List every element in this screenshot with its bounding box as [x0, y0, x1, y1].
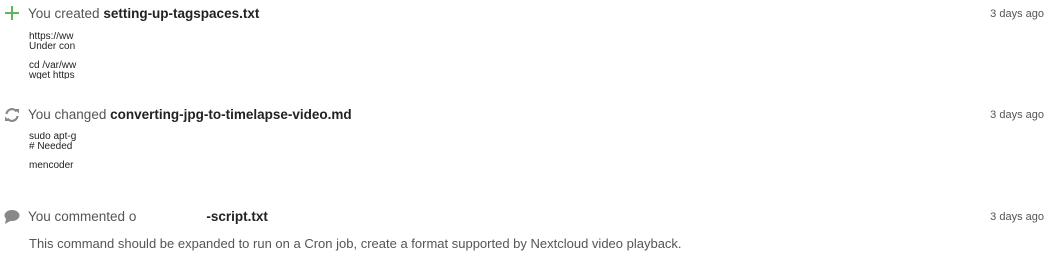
preview-line: wget https: [29, 70, 75, 80]
file-preview[interactable]: https://ww Under con cd /var/ww wget htt…: [29, 32, 78, 79]
comment-text: This command should be expanded to run o…: [29, 236, 682, 251]
activity-item-commented: You commented o -script.txt 3 days ago Th…: [0, 202, 1054, 258]
preview-line: Under con: [29, 41, 76, 52]
preview-line: # Needed: [29, 141, 73, 152]
activity-subject: You created setting-up-tagspaces.txt: [28, 5, 259, 23]
file-link[interactable]: converting-jpg-to-timelapse-video.md: [110, 107, 352, 122]
plus-icon: [4, 5, 20, 21]
file-link[interactable]: -script.txt: [206, 209, 268, 224]
activity-item-created: You created setting-up-tagspaces.txt 3 d…: [0, 0, 1054, 90]
sync-icon: [4, 107, 20, 123]
activity-timestamp: 3 days ago: [990, 8, 1044, 20]
activity-action-text: You changed: [28, 107, 111, 122]
activity-timestamp: 3 days ago: [990, 109, 1044, 121]
activity-action-text: You commented o: [28, 209, 137, 224]
activity-subject: You changed converting-jpg-to-timelapse-…: [28, 106, 352, 124]
comment-icon: [4, 209, 20, 225]
activity-timestamp: 3 days ago: [990, 211, 1044, 223]
preview-line: mencoder: [29, 160, 74, 171]
activity-action-text: You created: [28, 6, 104, 21]
activity-item-changed: You changed converting-jpg-to-timelapse-…: [0, 100, 1054, 190]
activity-subject: You commented o -script.txt: [28, 208, 268, 226]
file-link[interactable]: setting-up-tagspaces.txt: [103, 6, 259, 21]
file-preview[interactable]: sudo apt-g # Needed mencoder: [29, 132, 78, 174]
redacted-area: [136, 210, 207, 225]
